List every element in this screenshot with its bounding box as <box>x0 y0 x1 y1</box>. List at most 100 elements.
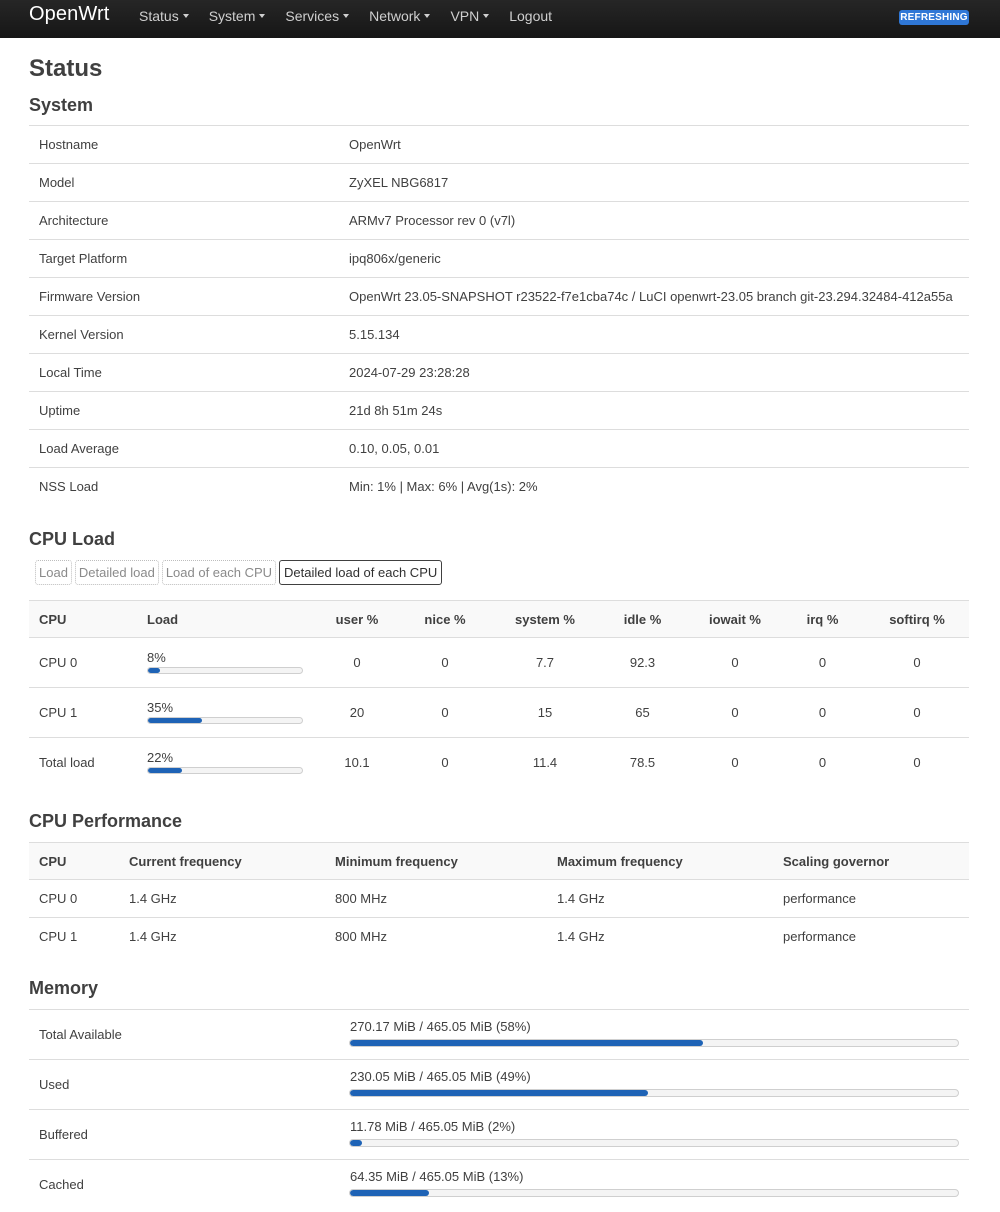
chevron-down-icon <box>343 14 350 19</box>
minimum-frequency: 800 MHz <box>325 879 547 918</box>
load-cell: 8% <box>137 637 319 688</box>
col-header: idle % <box>595 600 690 638</box>
table-row: CPU 0 1.4 GHz 800 MHz 1.4 GHz performanc… <box>29 879 969 918</box>
menu-network[interactable]: Network <box>359 0 440 38</box>
row-value: OpenWrt 23.05-SNAPSHOT r23522-f7e1cba74c… <box>339 277 969 316</box>
col-header: Minimum frequency <box>325 842 547 880</box>
memory-value: 270.17 MiB / 465.05 MiB (58%) <box>350 1018 531 1034</box>
row-value: OpenWrt <box>339 125 969 164</box>
col-header: nice % <box>395 600 495 638</box>
load-progress-fill <box>148 767 182 773</box>
main-menu: Status System Services Network VPN Logou… <box>129 0 562 38</box>
memory-progress-fill <box>350 1139 363 1146</box>
chevron-down-icon <box>424 14 431 19</box>
menu-network-label: Network <box>369 8 421 24</box>
top-navbar: OpenWrt Status System Services Network V… <box>0 0 1000 38</box>
load-percent: 8% <box>147 649 166 665</box>
tab-load[interactable]: Load <box>35 560 72 585</box>
nice-pct: 0 <box>395 737 495 788</box>
table-row: NSS Load Min: 1% | Max: 6% | Avg(1s): 2% <box>29 467 969 506</box>
table-row: Load Average 0.10, 0.05, 0.01 <box>29 429 969 468</box>
scaling-governor: performance <box>773 879 969 918</box>
row-value: ARMv7 Processor rev 0 (v7l) <box>339 201 969 240</box>
row-key: Target Platform <box>29 239 339 278</box>
softirq-pct: 0 <box>865 737 969 788</box>
col-header: CPU <box>29 842 119 880</box>
row-key: Kernel Version <box>29 315 339 354</box>
col-header: iowait % <box>690 600 780 638</box>
table-row: Total Available 270.17 MiB / 465.05 MiB … <box>29 1009 969 1060</box>
chevron-down-icon <box>182 14 189 19</box>
menu-vpn[interactable]: VPN <box>440 0 499 38</box>
brand-logo[interactable]: OpenWrt <box>29 3 109 26</box>
table-row: Local Time 2024-07-29 23:28:28 <box>29 353 969 392</box>
row-value: 2024-07-29 23:28:28 <box>339 353 969 392</box>
load-cell: 22% <box>137 737 319 788</box>
table-header-row: CPU Load user % nice % system % idle % i… <box>29 600 969 638</box>
row-key: Hostname <box>29 125 339 164</box>
table-row: Kernel Version 5.15.134 <box>29 315 969 354</box>
table-row: Firmware Version OpenWrt 23.05-SNAPSHOT r… <box>29 277 969 316</box>
table-row: Total load 22% 10.1 0 11.4 78.5 0 0 0 <box>29 737 969 788</box>
irq-pct: 0 <box>780 637 865 688</box>
tab-load-each-cpu[interactable]: Load of each CPU <box>161 560 277 585</box>
table-row: Cached 64.35 MiB / 465.05 MiB (13%) <box>29 1159 969 1210</box>
col-header: softirq % <box>865 600 969 638</box>
memory-progress-bar <box>349 1188 959 1197</box>
iowait-pct: 0 <box>690 737 780 788</box>
refreshing-badge[interactable]: REFRESHING <box>899 10 969 25</box>
memory-table: Total Available 270.17 MiB / 465.05 MiB … <box>29 1009 969 1210</box>
cpu-name: CPU 1 <box>29 917 119 956</box>
menu-logout[interactable]: Logout <box>499 0 562 38</box>
menu-system[interactable]: System <box>199 0 276 38</box>
load-progress-fill <box>148 717 202 723</box>
memory-progress-fill <box>350 1089 648 1096</box>
row-value: 21d 8h 51m 24s <box>339 391 969 430</box>
row-key: Cached <box>29 1159 339 1210</box>
col-header: Current frequency <box>119 842 325 880</box>
menu-services-label: Services <box>285 8 340 24</box>
softirq-pct: 0 <box>865 687 969 738</box>
row-key: Local Time <box>29 353 339 392</box>
scaling-governor: performance <box>773 917 969 956</box>
nice-pct: 0 <box>395 637 495 688</box>
memory-cell: 11.78 MiB / 465.05 MiB (2%) <box>339 1109 969 1160</box>
menu-services[interactable]: Services <box>275 0 359 38</box>
col-header: Load <box>137 600 319 638</box>
table-row: Buffered 11.78 MiB / 465.05 MiB (2%) <box>29 1109 969 1160</box>
row-key: Architecture <box>29 201 339 240</box>
row-key: Used <box>29 1059 339 1110</box>
cpu-name: CPU 0 <box>29 637 137 688</box>
memory-value: 64.35 MiB / 465.05 MiB (13%) <box>350 1168 524 1184</box>
memory-progress-bar <box>349 1038 959 1047</box>
system-table: Hostname OpenWrt Model ZyXEL NBG6817 Archi… <box>29 125 969 506</box>
menu-status[interactable]: Status <box>129 0 199 38</box>
row-value: ipq806x/generic <box>339 239 969 278</box>
load-progress-bar <box>147 766 303 774</box>
system-heading: System <box>29 95 94 115</box>
user-pct: 20 <box>319 687 395 738</box>
col-header: user % <box>319 600 395 638</box>
load-progress-fill <box>148 667 161 673</box>
iowait-pct: 0 <box>690 637 780 688</box>
cpu-load-table: CPU Load user % nice % system % idle % i… <box>29 600 969 788</box>
minimum-frequency: 800 MHz <box>325 917 547 956</box>
memory-progress-bar <box>349 1138 959 1147</box>
current-frequency: 1.4 GHz <box>119 879 325 918</box>
row-key: Buffered <box>29 1109 339 1160</box>
memory-progress-fill <box>350 1189 430 1196</box>
load-percent: 22% <box>147 749 174 765</box>
user-pct: 0 <box>319 637 395 688</box>
load-progress-bar <box>147 716 303 724</box>
table-row: CPU 0 8% 0 0 7.7 92.3 0 0 0 <box>29 637 969 688</box>
tab-detailed-load[interactable]: Detailed load <box>74 560 159 585</box>
row-key: NSS Load <box>29 467 339 506</box>
memory-heading: Memory <box>29 978 99 998</box>
load-percent: 35% <box>147 699 174 715</box>
cpu-name: Total load <box>29 737 137 788</box>
memory-value: 11.78 MiB / 465.05 MiB (2%) <box>350 1118 516 1134</box>
row-value: 5.15.134 <box>339 315 969 354</box>
cpu-name: CPU 0 <box>29 879 119 918</box>
col-header: system % <box>495 600 595 638</box>
tab-detailed-load-each-cpu[interactable]: Detailed load of each CPU <box>279 560 443 585</box>
